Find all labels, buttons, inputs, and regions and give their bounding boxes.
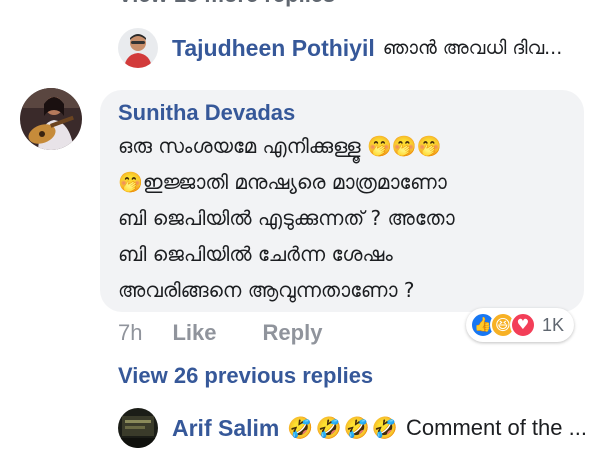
dark-photo-avatar-icon[interactable] [118,408,158,448]
view-previous-replies-link[interactable]: View 26 previous replies [118,363,373,389]
person-avatar-icon[interactable] [118,28,158,68]
reply-snippet: ഞാൻ അവധി ദിവ... [382,37,563,59]
emoji-run: 🤣 🤣 🤣 🤣 [287,415,398,440]
reply-preview-arif[interactable]: Arif Salim 🤣 🤣 🤣 🤣 Comment of the ... [118,406,587,450]
rofl-emoji-icon: 🤣 [371,415,398,440]
reply-author-name[interactable]: Arif Salim [172,415,279,442]
reply-author-name[interactable]: Tajudheen Pothiyil [172,35,375,62]
reactions-summary[interactable]: 👍 😆 ♥ 1K [466,308,575,342]
reaction-count: 1K [542,314,565,335]
comment-bubble: Sunitha Devadas ഒരു സംശയമേ എനിക്കുള്ളൂ 🤭… [100,90,584,312]
comment-text-line: ഒരു സംശയമേ എനിക്കുള്ളൂ 🤭🤭🤭 [118,134,442,158]
comment-author-name[interactable]: Sunitha Devadas [118,100,295,126]
clipped-view-more-replies[interactable]: View 15 more replies [118,0,335,8]
comment-text-line: ബി ജെപിയിൽ എടുക്കുന്നത് ? അതോ [118,206,455,230]
rofl-emoji-icon: 🤣 [315,415,342,440]
reply-button[interactable]: Reply [263,320,323,346]
like-button[interactable]: Like [172,320,216,346]
comment-actions: 7h Like Reply [118,318,322,348]
comment-text-line: 🤭ഇജ്ജാതി മനുഷ്യരെ മാത്രമാണോ [118,170,447,194]
comment-timestamp[interactable]: 7h [118,320,142,346]
reply-snippet: Comment of the ... [406,415,587,440]
guitar-person-avatar-icon[interactable] [20,88,82,150]
comment-text-line: ബി ജെപിയിൽ ചേർന്ന ശേഷം [118,242,393,266]
rofl-emoji-icon: 🤣 [343,415,370,440]
love-reaction-icon: ♥ [510,312,536,338]
rofl-emoji-icon: 🤣 [287,415,314,440]
comment-text-line: അവരിങ്ങനെ ആവുന്നതാണോ ? [118,278,415,302]
reply-preview-tajudheen[interactable]: Tajudheen Pothiyil ഞാൻ അവധി ദിവ... [118,28,562,68]
